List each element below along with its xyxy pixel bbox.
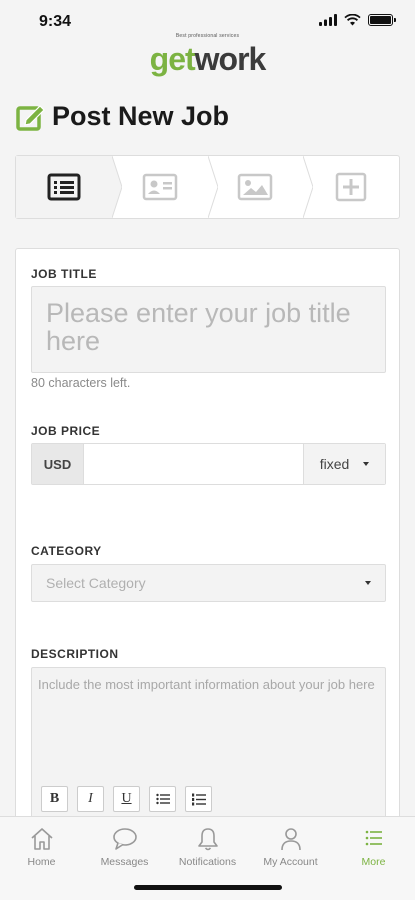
job-form-card: JOB TITLE Please enter your job title he…	[15, 248, 400, 832]
tab-home-label: Home	[27, 856, 56, 868]
signal-icon	[319, 14, 337, 26]
home-icon	[30, 828, 53, 850]
tab-my-account-label: My Account	[263, 856, 318, 868]
plus-square-icon	[335, 172, 367, 202]
caret-down-icon	[365, 581, 371, 585]
step-job-details[interactable]	[16, 156, 122, 218]
wifi-icon	[344, 14, 361, 26]
price-type-select[interactable]: fixed	[303, 444, 385, 484]
italic-button[interactable]: I	[77, 786, 104, 812]
numbered-list-button[interactable]	[185, 786, 212, 812]
price-type-value: fixed	[319, 456, 350, 472]
step-extras[interactable]	[303, 156, 399, 218]
step-images[interactable]	[208, 156, 314, 218]
image-icon	[238, 173, 273, 201]
status-icons	[319, 14, 396, 26]
description-editor[interactable]: Include the most important information a…	[31, 667, 386, 832]
editor-toolbar: B I U	[41, 786, 212, 812]
chat-bubble-icon	[112, 828, 137, 850]
job-title-char-count: 80 characters left.	[31, 376, 131, 390]
tab-home[interactable]: Home	[0, 817, 83, 900]
tab-notifications-label: Notifications	[178, 856, 237, 868]
job-title-input[interactable]: Please enter your job title here	[31, 286, 386, 373]
user-icon	[280, 828, 301, 851]
job-price-group: USD fixed	[31, 443, 386, 485]
category-placeholder: Select Category	[46, 575, 146, 591]
menu-list-icon	[365, 830, 382, 846]
job-price-label: JOB PRICE	[31, 424, 101, 438]
category-label: CATEGORY	[31, 544, 102, 558]
page-title: Post New Job	[16, 101, 229, 132]
app-logo: getwork	[0, 42, 415, 76]
caret-down-icon	[363, 462, 370, 466]
step-contact[interactable]	[112, 156, 218, 218]
page-title-text: Post New Job	[52, 101, 230, 131]
tab-more-label: More	[361, 856, 386, 868]
bell-icon	[197, 828, 218, 851]
bullet-list-button[interactable]	[149, 786, 176, 812]
list-icon	[47, 173, 81, 201]
logo-tagline: Best professional services	[175, 33, 240, 39]
tab-messages-label: Messages	[100, 856, 149, 868]
job-title-label: JOB TITLE	[31, 267, 97, 281]
description-label: DESCRIPTION	[31, 647, 119, 661]
home-indicator	[134, 885, 282, 890]
edit-icon	[16, 104, 45, 131]
status-time: 9:34	[39, 13, 72, 30]
step-wizard	[15, 155, 400, 219]
bold-button[interactable]: B	[41, 786, 68, 812]
underline-button[interactable]: U	[113, 786, 140, 812]
tab-more[interactable]: More	[332, 817, 415, 900]
logo-part-get: get	[149, 41, 196, 77]
job-title-placeholder: Please enter your job title here	[46, 298, 351, 356]
category-select[interactable]: Select Category	[31, 564, 386, 602]
description-placeholder: Include the most important information a…	[38, 677, 375, 692]
numbered-list-icon	[191, 793, 206, 805]
currency-addon: USD	[32, 444, 84, 484]
logo-part-work: work	[194, 41, 267, 77]
bullet-list-icon	[155, 793, 170, 805]
id-card-icon	[142, 173, 177, 201]
battery-icon	[368, 14, 396, 26]
job-price-input[interactable]	[84, 444, 303, 484]
